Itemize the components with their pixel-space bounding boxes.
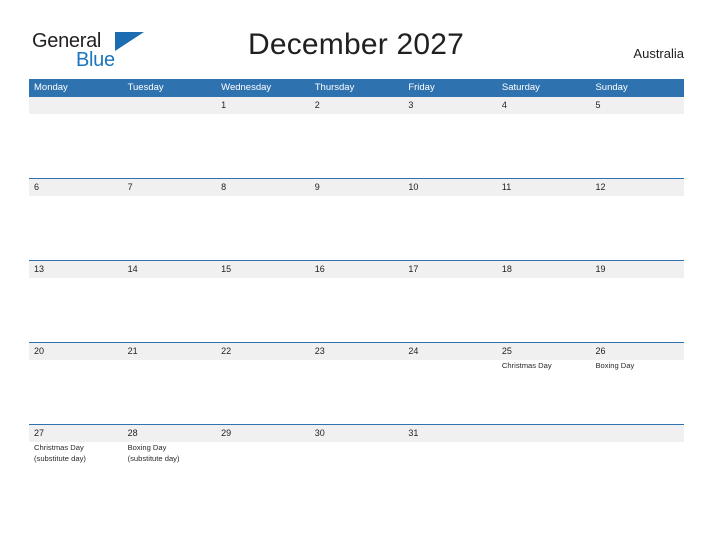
day-number[interactable]: 21 (123, 343, 217, 360)
day-events[interactable] (403, 278, 497, 342)
day-number[interactable]: 11 (497, 179, 591, 196)
day-number[interactable]: 27 (29, 425, 123, 442)
day-events[interactable] (590, 278, 684, 342)
day-number[interactable]: 7 (123, 179, 217, 196)
day-number[interactable]: 5 (590, 97, 684, 114)
day-number[interactable]: 3 (403, 97, 497, 114)
day-number[interactable]: 18 (497, 261, 591, 278)
day-number[interactable]: 10 (403, 179, 497, 196)
calendar-week-row: 6 7 8 9 10 11 12 (29, 178, 684, 260)
week-date-band: 27 28 29 30 31 (29, 425, 684, 442)
day-events[interactable] (590, 114, 684, 178)
day-events[interactable] (216, 278, 310, 342)
day-number[interactable]: 1 (216, 97, 310, 114)
calendar-page: General Blue December 2027 Australia Mon… (0, 0, 712, 550)
day-events[interactable]: Boxing Day (substitute day) (123, 442, 217, 506)
day-number[interactable]: 15 (216, 261, 310, 278)
weekday-monday: Monday (34, 82, 68, 93)
weekday-tuesday: Tuesday (127, 82, 164, 93)
week-date-band: 1 2 3 4 5 (29, 97, 684, 114)
week-event-band (29, 114, 684, 178)
day-events[interactable] (403, 114, 497, 178)
day-events[interactable] (216, 360, 310, 424)
day-events[interactable] (310, 360, 404, 424)
day-events[interactable] (590, 196, 684, 260)
week-event-band: Christmas Day (substitute day) Boxing Da… (29, 442, 684, 506)
day-number[interactable]: 28 (123, 425, 217, 442)
day-number[interactable]: 26 (590, 343, 684, 360)
day-events[interactable] (29, 196, 123, 260)
day-number[interactable] (29, 97, 123, 114)
day-number[interactable]: 22 (216, 343, 310, 360)
day-number[interactable]: 9 (310, 179, 404, 196)
day-events[interactable] (123, 196, 217, 260)
day-events[interactable] (497, 442, 591, 506)
day-events[interactable]: Christmas Day (497, 360, 591, 424)
week-event-band (29, 196, 684, 260)
day-number[interactable]: 23 (310, 343, 404, 360)
day-events[interactable] (497, 196, 591, 260)
weekday-thursday: Thursday (314, 82, 355, 93)
day-events[interactable] (310, 114, 404, 178)
day-number[interactable]: 2 (310, 97, 404, 114)
day-events[interactable] (123, 360, 217, 424)
week-date-band: 13 14 15 16 17 18 19 (29, 261, 684, 278)
day-events[interactable] (497, 278, 591, 342)
day-number[interactable]: 14 (123, 261, 217, 278)
day-events[interactable] (310, 278, 404, 342)
region-label: Australia (633, 46, 684, 61)
week-event-band: Christmas Day Boxing Day (29, 360, 684, 424)
day-number[interactable]: 29 (216, 425, 310, 442)
day-number[interactable] (497, 425, 591, 442)
day-events[interactable] (403, 196, 497, 260)
week-date-band: 6 7 8 9 10 11 12 (29, 179, 684, 196)
calendar-week-row: 20 21 22 23 24 25 26 Christmas Day Boxin… (29, 342, 684, 424)
day-events[interactable] (403, 360, 497, 424)
day-number[interactable] (590, 425, 684, 442)
weekday-header-row: Monday Tuesday Wednesday Thursday Friday… (29, 79, 684, 96)
day-number[interactable]: 25 (497, 343, 591, 360)
day-events[interactable] (216, 442, 310, 506)
day-events[interactable] (123, 114, 217, 178)
day-number[interactable]: 19 (590, 261, 684, 278)
page-title: December 2027 (247, 28, 465, 61)
day-events[interactable] (216, 196, 310, 260)
calendar-grid: Monday Tuesday Wednesday Thursday Friday… (29, 79, 684, 506)
day-events[interactable] (216, 114, 310, 178)
day-events[interactable] (403, 442, 497, 506)
day-number[interactable]: 20 (29, 343, 123, 360)
week-event-band (29, 278, 684, 342)
day-events[interactable] (123, 278, 217, 342)
day-number[interactable]: 16 (310, 261, 404, 278)
day-number[interactable]: 31 (403, 425, 497, 442)
day-number[interactable]: 4 (497, 97, 591, 114)
day-number[interactable]: 24 (403, 343, 497, 360)
week-date-band: 20 21 22 23 24 25 26 (29, 343, 684, 360)
day-number[interactable]: 12 (590, 179, 684, 196)
day-number[interactable]: 17 (403, 261, 497, 278)
day-events[interactable] (310, 442, 404, 506)
day-number[interactable]: 8 (216, 179, 310, 196)
calendar-week-row: 27 28 29 30 31 Christmas Day (substitute… (29, 424, 684, 506)
day-number[interactable]: 6 (29, 179, 123, 196)
day-number[interactable] (123, 97, 217, 114)
page-header: General Blue December 2027 Australia (0, 0, 712, 78)
day-events[interactable] (497, 114, 591, 178)
day-events[interactable] (590, 442, 684, 506)
weekday-friday: Friday (408, 82, 435, 93)
day-events[interactable] (29, 360, 123, 424)
day-events[interactable] (29, 114, 123, 178)
day-number[interactable]: 30 (310, 425, 404, 442)
calendar-week-row: 1 2 3 4 5 (29, 96, 684, 178)
day-events[interactable]: Boxing Day (590, 360, 684, 424)
day-events[interactable] (29, 278, 123, 342)
day-number[interactable]: 13 (29, 261, 123, 278)
day-events[interactable] (310, 196, 404, 260)
weekday-saturday: Saturday (501, 82, 540, 93)
day-events[interactable]: Christmas Day (substitute day) (29, 442, 123, 506)
weekday-sunday: Sunday (595, 82, 628, 93)
weekday-wednesday: Wednesday (221, 82, 272, 93)
calendar-week-row: 13 14 15 16 17 18 19 (29, 260, 684, 342)
